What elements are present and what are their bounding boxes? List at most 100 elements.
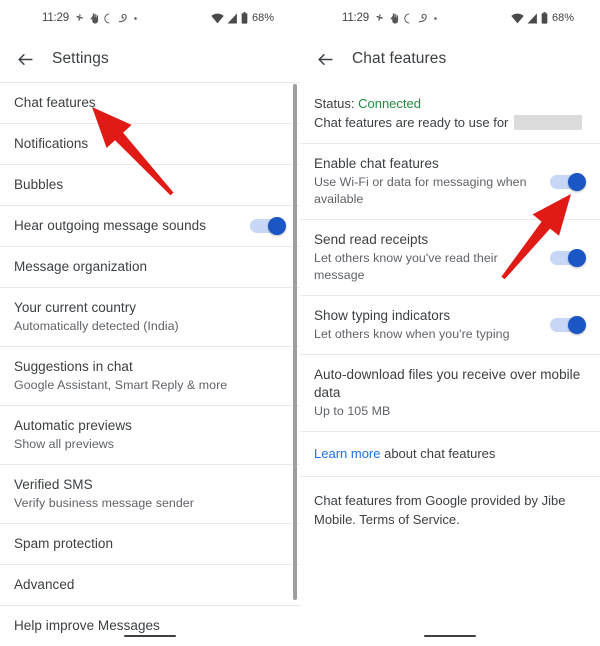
cellular-signal-icon (227, 13, 238, 24)
list-item[interactable]: Verified SMS Verify business message send… (0, 465, 300, 524)
battery-icon (241, 12, 248, 24)
toggle-switch[interactable] (550, 248, 586, 267)
list-item-texts: Enable chat features Use Wi-Fi or data fo… (314, 155, 538, 208)
toggle-switch[interactable] (250, 217, 286, 235)
page-title: Settings (52, 50, 109, 67)
left-phone-screen: 11:29 68% Settings Chat features Notific… (0, 0, 300, 646)
cellular-signal-icon (527, 13, 538, 24)
app-bar-left: Settings (0, 36, 300, 82)
pin-wheel-icon (374, 13, 385, 24)
list-item[interactable]: Show typing indicators Let others know wh… (300, 296, 600, 355)
dot-icon (433, 16, 438, 21)
list-item-subtitle: Verify business message sender (14, 496, 194, 510)
footer-legal-text: Chat features from Google provided by Ji… (314, 493, 566, 527)
toggle-knob (268, 217, 286, 235)
learn-more-block: Learn more about chat features (300, 432, 600, 477)
pin-wheel-icon (74, 13, 85, 24)
dot-icon (133, 16, 138, 21)
app-bar-right: Chat features (300, 36, 600, 82)
list-item[interactable]: Hear outgoing message sounds (0, 206, 300, 247)
list-item-title: Advanced (14, 577, 75, 592)
status-line: Status: Connected (314, 94, 584, 113)
status-bar-left-group: 11:29 (342, 12, 438, 24)
toggle-knob (568, 316, 586, 334)
status-ready-line: Chat features are ready to use for (314, 113, 584, 132)
list-item-subtitle: Up to 105 MB (314, 404, 391, 418)
gesture-bar-right (424, 634, 476, 637)
list-item-texts: Advanced (14, 576, 284, 594)
list-item-texts: Verified SMS Verify business message send… (14, 476, 284, 512)
list-item-texts: Notifications (14, 135, 284, 153)
list-item-texts: Bubbles (14, 176, 284, 194)
list-item[interactable]: Suggestions in chat Google Assistant, Sma… (0, 347, 300, 406)
status-bar-right-group: 68% (511, 12, 574, 24)
list-item[interactable]: Send read receipts Let others know you've… (300, 220, 600, 296)
status-bar-clock: 11:29 (42, 12, 69, 24)
list-item-texts: Automatic previews Show all previews (14, 417, 284, 453)
learn-more-link[interactable]: Learn more (314, 446, 380, 461)
list-item-texts: Help improve Messages (14, 617, 284, 635)
list-item-texts: Show typing indicators Let others know wh… (314, 307, 538, 343)
list-item-subtitle: Use Wi-Fi or data for messaging when ava… (314, 175, 527, 206)
toggle-switch[interactable] (550, 316, 586, 334)
list-item-title: Enable chat features (314, 156, 439, 171)
learn-more-rest: about chat features (380, 446, 496, 461)
list-item-title: Message organization (14, 259, 148, 274)
list-item-subtitle: Automatically detected (India) (14, 319, 179, 333)
swirl-icon (417, 13, 428, 24)
status-bar-right: 11:29 68% (300, 0, 600, 36)
list-item-texts: Send read receipts Let others know you've… (314, 231, 538, 284)
list-item-subtitle: Google Assistant, Smart Reply & more (14, 378, 228, 392)
wifi-icon (211, 13, 224, 24)
list-item-subtitle: Let others know when you're typing (314, 327, 510, 341)
chat-features-list: Enable chat features Use Wi-Fi or data fo… (300, 144, 600, 432)
vertical-scrollbar[interactable] (293, 84, 297, 600)
dual-screenshot-container: 11:29 68% Settings Chat features Notific… (0, 0, 600, 646)
status-bar-left: 11:29 68% (0, 0, 300, 36)
battery-percent-label: 68% (251, 12, 274, 24)
list-item[interactable]: Bubbles (0, 165, 300, 206)
list-item-title: Show typing indicators (314, 308, 451, 323)
back-arrow-icon[interactable] (314, 48, 336, 70)
hand-icon (390, 12, 399, 24)
list-item-title: Verified SMS (14, 477, 93, 492)
list-item[interactable]: Spam protection (0, 524, 300, 565)
toggle-switch[interactable] (550, 172, 586, 191)
list-item[interactable]: Message organization (0, 247, 300, 288)
list-item-texts: Chat features (14, 94, 284, 112)
list-item-subtitle: Let others know you've read their messag… (314, 251, 498, 282)
list-item-texts: Suggestions in chat Google Assistant, Sma… (14, 358, 284, 394)
list-item-texts: Hear outgoing message sounds (14, 217, 238, 235)
chat-features-status-block: Status: Connected Chat features are read… (300, 82, 600, 144)
list-item[interactable]: Your current country Automatically detect… (0, 288, 300, 347)
page-title: Chat features (352, 50, 447, 67)
list-item-texts: Your current country Automatically detect… (14, 299, 284, 335)
list-item-texts: Spam protection (14, 535, 284, 553)
list-item[interactable]: Auto-download files you receive over mob… (300, 355, 600, 432)
list-item-title: Help improve Messages (14, 618, 160, 633)
list-item[interactable]: Enable chat features Use Wi-Fi or data fo… (300, 144, 600, 220)
list-item-title: Automatic previews (14, 418, 132, 433)
list-item[interactable]: Help improve Messages (0, 606, 300, 646)
list-item[interactable]: Automatic previews Show all previews (0, 406, 300, 465)
list-item-title: Spam protection (14, 536, 114, 551)
list-item[interactable]: Chat features (0, 82, 300, 124)
redacted-phone-number (514, 115, 583, 130)
hand-icon (90, 12, 99, 24)
settings-list: Chat features Notifications Bubbles Hear ou… (0, 82, 300, 646)
list-item-title: Chat features (14, 95, 96, 110)
back-arrow-icon[interactable] (14, 48, 36, 70)
list-item-texts: Auto-download files you receive over mob… (314, 366, 584, 420)
list-item[interactable]: Advanced (0, 565, 300, 606)
list-item-subtitle: Show all previews (14, 437, 115, 451)
swirl-icon (117, 13, 128, 24)
crescent-moon-icon (104, 12, 112, 24)
status-ready-text: Chat features are ready to use for (314, 115, 509, 130)
list-item-texts: Message organization (14, 258, 284, 276)
list-item[interactable]: Notifications (0, 124, 300, 165)
list-item-title: Send read receipts (314, 232, 429, 247)
gesture-bar-left (124, 634, 176, 637)
status-badge: Connected (358, 96, 421, 111)
status-bar-clock: 11:29 (342, 12, 369, 24)
status-label: Status: (314, 96, 355, 111)
